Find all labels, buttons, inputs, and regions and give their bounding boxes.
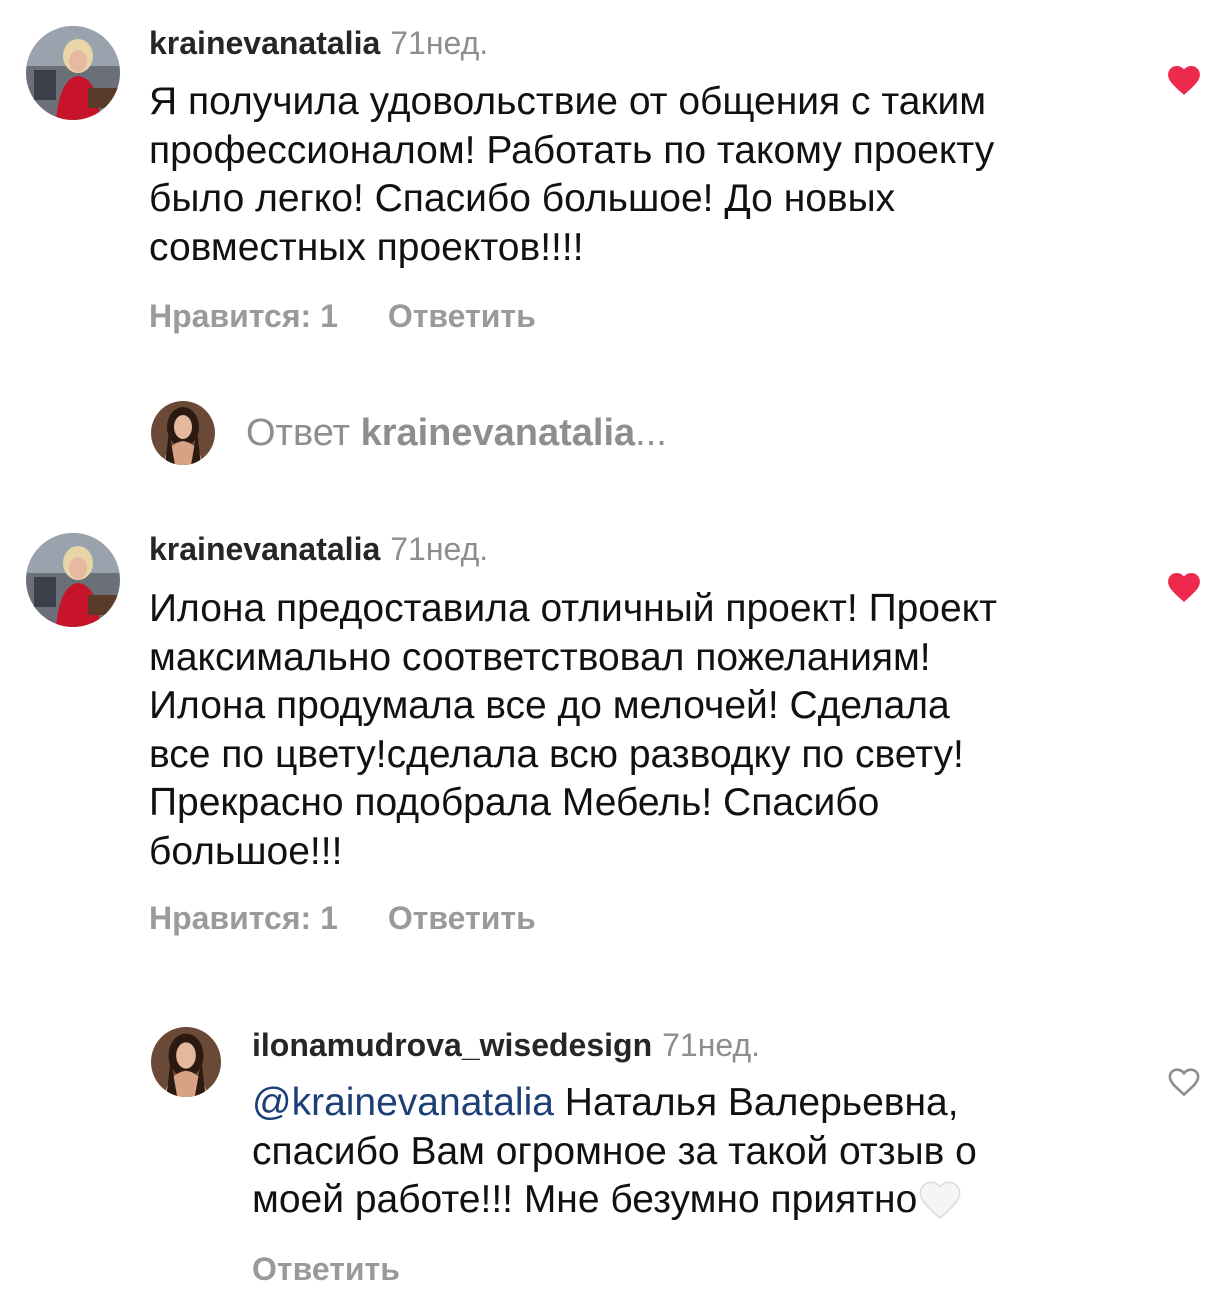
- mention-link[interactable]: @krainevanatalia: [252, 1081, 554, 1124]
- comment-text: Я получила удовольствие от общения с так…: [149, 80, 995, 269]
- avatar-ilonamudrova[interactable]: [151, 1027, 221, 1097]
- likes-count[interactable]: Нравится: 1: [149, 898, 338, 938]
- comment-1: krainevanatalia 71нед. Я получила удоволь…: [0, 0, 1226, 360]
- reply-text-line1: Наталья Валерьевна,: [553, 1081, 959, 1124]
- comment-2: krainevanatalia 71нед. Илона предоставила…: [0, 505, 1226, 965]
- comment-text: Илона предоставила отличный проект! Прое…: [149, 587, 998, 873]
- reply-header: ilonamudrova_wisedesign 71нед.: [252, 1025, 760, 1065]
- comment-timestamp: 71нед.: [390, 531, 489, 567]
- replies-ellipsis: ...: [635, 412, 667, 454]
- avatar-krainevanatalia[interactable]: [26, 26, 120, 120]
- heart-filled-icon[interactable]: [1165, 62, 1203, 96]
- comment-actions: Нравится: 1 Ответить: [149, 898, 536, 938]
- comment-timestamp: 71нед.: [390, 25, 489, 61]
- heart-outline-icon[interactable]: [1166, 1065, 1202, 1097]
- replies-username: krainevanatalia: [360, 412, 636, 454]
- reply-actions: Ответить: [252, 1249, 400, 1289]
- comment-username[interactable]: krainevanatalia: [149, 531, 380, 567]
- reply-username[interactable]: ilonamudrova_wisedesign: [252, 1027, 652, 1063]
- reply-text-rest: спасибо Вам огромное за такой отзыв о мо…: [252, 1129, 977, 1222]
- comment-header: krainevanatalia 71нед.: [149, 529, 488, 569]
- comment-actions: Нравится: 1 Ответить: [149, 296, 536, 336]
- comment-username[interactable]: krainevanatalia: [149, 25, 380, 61]
- comment-header: krainevanatalia 71нед.: [149, 23, 488, 63]
- reply-text: @krainevanatalia Наталья Валерьевна, спа…: [252, 1079, 1152, 1225]
- reply-timestamp: 71нед.: [662, 1027, 761, 1063]
- view-replies-link[interactable]: Ответ krainevanatalia...: [246, 411, 667, 455]
- reply-button[interactable]: Ответить: [388, 296, 536, 336]
- white-heart-emoji: [917, 1178, 963, 1220]
- reply-button[interactable]: Ответить: [388, 898, 536, 938]
- replies-prefix: Ответ: [246, 412, 361, 454]
- reply-comment: ilonamudrova_wisedesign 71нед. @krainevan…: [0, 1005, 1226, 1307]
- view-replies-row[interactable]: Ответ krainevanatalia...: [0, 395, 1226, 475]
- likes-count[interactable]: Нравится: 1: [149, 296, 338, 336]
- reply-button[interactable]: Ответить: [252, 1249, 400, 1289]
- avatar-ilonamudrova: [151, 401, 215, 465]
- heart-filled-icon[interactable]: [1165, 569, 1203, 603]
- avatar-krainevanatalia[interactable]: [26, 533, 120, 627]
